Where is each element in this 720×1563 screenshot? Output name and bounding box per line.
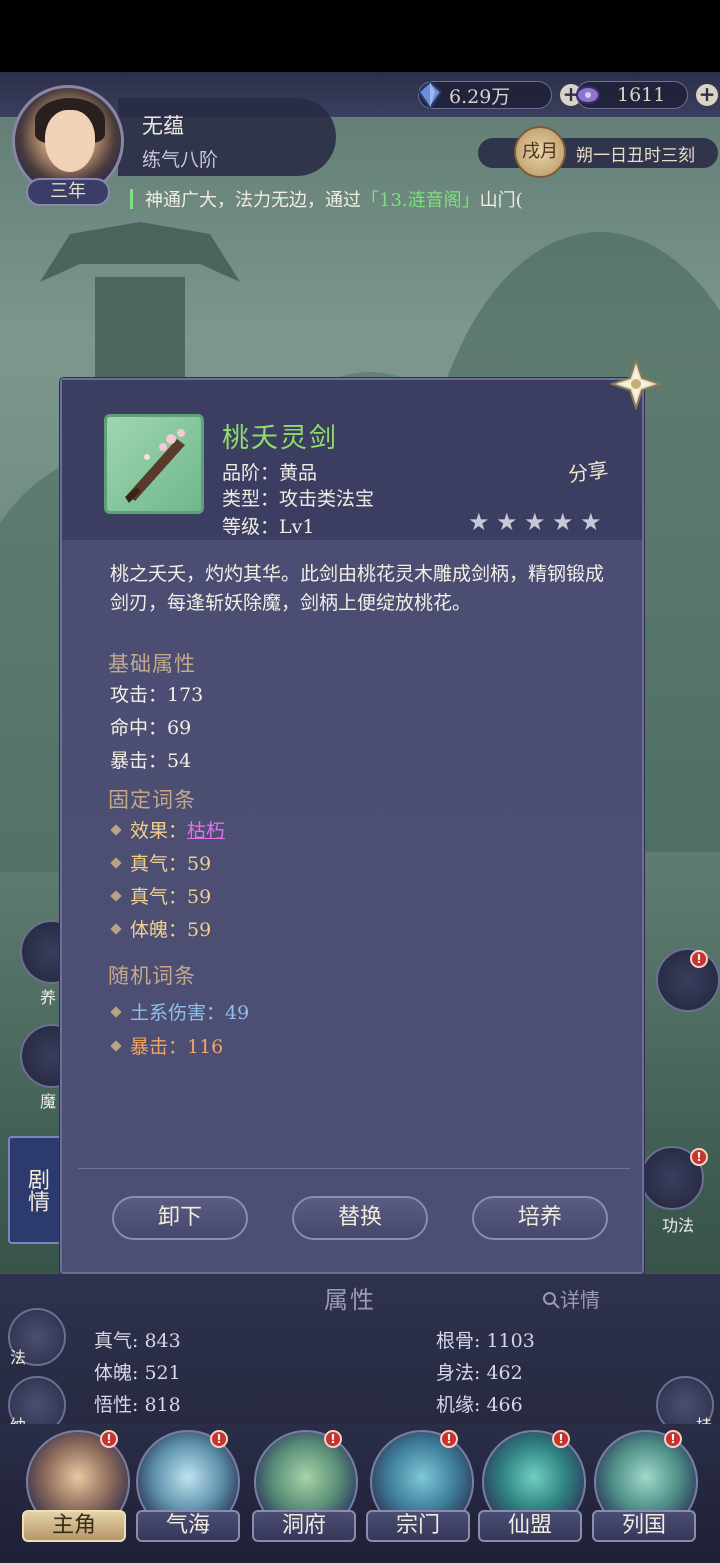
star-icon: ★ bbox=[496, 508, 518, 536]
nav-tab-lieguo[interactable]: 列国 bbox=[592, 1510, 696, 1542]
nav-tab-dongfu[interactable]: 洞府 bbox=[252, 1510, 356, 1542]
base-stat-attack: 攻击：173 bbox=[110, 684, 204, 706]
fixed-entry-effect: 效果：枯朽 bbox=[110, 816, 225, 843]
attr-jiyuan: 机缘: 466 bbox=[436, 1394, 523, 1416]
cultivate-button[interactable]: 培养 bbox=[472, 1196, 608, 1240]
attr-gengu: 根骨: 1103 bbox=[436, 1330, 535, 1352]
base-stat-hit: 命中：69 bbox=[110, 717, 192, 739]
jade-amount: 1611 bbox=[617, 84, 666, 106]
attr-zhenqi: 真气: 843 bbox=[94, 1330, 181, 1352]
star-icon: ★ bbox=[524, 508, 546, 536]
spirit-stone-icon bbox=[417, 80, 443, 110]
item-star-rating: ★ ★ ★ ★ ★ bbox=[468, 510, 604, 534]
jade-counter: 1611 + bbox=[576, 80, 718, 110]
notification-dot: ! bbox=[440, 1430, 458, 1448]
notification-dot: ! bbox=[690, 1148, 708, 1166]
marquee-suffix: 山门( bbox=[479, 190, 523, 211]
marquee-highlight: 「13.涟音阁」 bbox=[361, 190, 480, 211]
fa-button[interactable]: 法 bbox=[8, 1308, 66, 1367]
notification-dot: ! bbox=[324, 1430, 342, 1448]
fixed-entry: 真气：59 bbox=[110, 849, 211, 876]
close-icon[interactable] bbox=[610, 358, 662, 410]
attr-wuxing: 悟性: 818 bbox=[94, 1394, 181, 1416]
marquee-prefix: 神通广大，法力无边，通过 bbox=[145, 190, 361, 211]
item-sword-icon bbox=[104, 414, 204, 514]
star-icon: ★ bbox=[552, 508, 574, 536]
share-button[interactable]: 分享 bbox=[566, 453, 610, 487]
spirit-stone-counter: 6.29万 + bbox=[417, 80, 582, 110]
item-level: 等级：Lv1 bbox=[222, 516, 315, 538]
story-button[interactable]: 剧情 bbox=[8, 1136, 64, 1244]
base-stats-title: 基础属性 bbox=[108, 652, 196, 676]
attr-tipo: 体魄: 521 bbox=[94, 1362, 181, 1384]
notification-dot: ! bbox=[210, 1430, 228, 1448]
attributes-detail-button[interactable]: 详情 bbox=[542, 1284, 600, 1313]
notification-dot: ! bbox=[664, 1430, 682, 1448]
base-stat-crit: 暴击：54 bbox=[110, 750, 192, 772]
nav-tab-zongmen[interactable]: 宗门 bbox=[366, 1510, 470, 1542]
fixed-entries-title: 固定词条 bbox=[108, 788, 196, 812]
side-button-right-top[interactable] bbox=[656, 948, 720, 1012]
random-entry: 土系伤害：49 bbox=[110, 998, 249, 1025]
notification-dot: ! bbox=[100, 1430, 118, 1448]
star-icon: ★ bbox=[580, 508, 602, 536]
item-name: 桃夭灵剑 bbox=[222, 423, 338, 454]
item-grade: 品阶：黄品 bbox=[222, 462, 318, 484]
unequip-button[interactable]: 卸下 bbox=[112, 1196, 248, 1240]
add-jade-button[interactable]: + bbox=[696, 84, 718, 106]
replace-button[interactable]: 替换 bbox=[292, 1196, 428, 1240]
nav-tab-qihai[interactable]: 气海 bbox=[136, 1510, 240, 1542]
jade-icon bbox=[576, 86, 600, 104]
news-marquee: 神通广大，法力无边，通过「13.涟音阁」山门( bbox=[130, 186, 586, 216]
attr-shenfa: 身法: 462 bbox=[436, 1362, 523, 1384]
divider bbox=[78, 1168, 630, 1169]
calendar-time: 朔一日丑时三刻 bbox=[576, 146, 695, 166]
player-age-badge: 三年 bbox=[26, 178, 110, 206]
fixed-entry: 真气：59 bbox=[110, 882, 211, 909]
star-icon: ★ bbox=[468, 508, 490, 536]
search-icon bbox=[543, 1292, 560, 1309]
player-name: 无蕴 bbox=[142, 114, 184, 138]
random-entries-title: 随机词条 bbox=[108, 964, 196, 988]
effect-link[interactable]: 枯朽 bbox=[187, 820, 225, 842]
calendar-month-seal[interactable]: 戌月 bbox=[514, 126, 566, 178]
fixed-entry: 体魄：59 bbox=[110, 915, 211, 942]
random-entry: 暴击：116 bbox=[110, 1032, 223, 1059]
nav-tab-xianmeng[interactable]: 仙盟 bbox=[478, 1510, 582, 1542]
item-type: 类型：攻击类法宝 bbox=[222, 488, 375, 510]
item-description: 桃之夭夭，灼灼其华。此剑由桃花灵木雕成剑柄，精钢锻成剑刃，每逢斩妖除魔，剑柄上便… bbox=[110, 563, 605, 614]
notification-dot: ! bbox=[552, 1430, 570, 1448]
spirit-stone-amount: 6.29万 bbox=[449, 85, 511, 108]
notification-dot: ! bbox=[690, 950, 708, 968]
nav-tab-hero[interactable]: 主角 bbox=[22, 1510, 126, 1542]
attributes-title: 属性 bbox=[324, 1286, 376, 1314]
player-realm: 练气八阶 bbox=[142, 149, 219, 171]
